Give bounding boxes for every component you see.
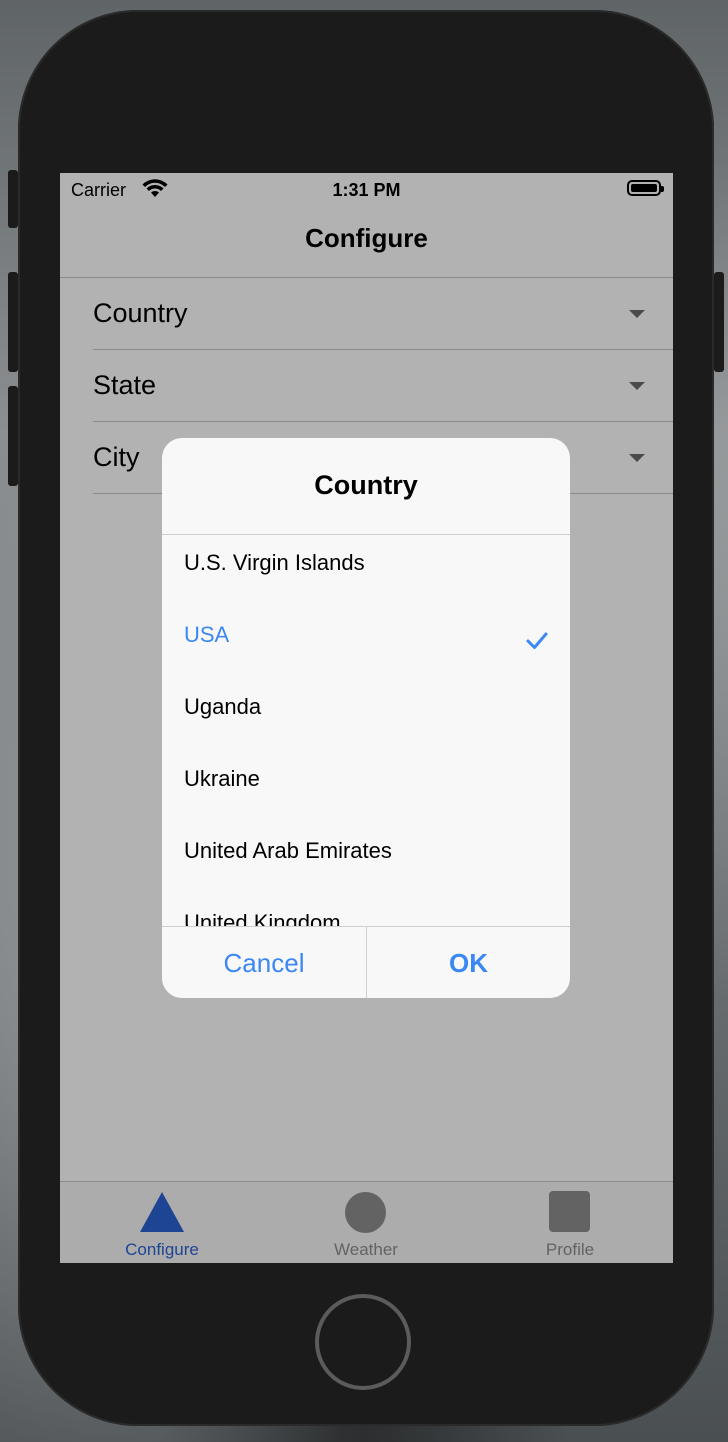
country-list[interactable]: U.S. Virgin Islands USA Uganda Ukraine U… <box>162 535 570 926</box>
list-item[interactable]: Uganda <box>162 679 570 751</box>
device-screen: Carrier 1:31 PM Configure Country State … <box>60 173 673 1263</box>
list-item-label: Uganda <box>184 694 262 719</box>
list-item[interactable]: United Kingdom <box>162 895 570 926</box>
power-button <box>714 272 724 372</box>
list-item-label: Ukraine <box>184 766 260 791</box>
list-item[interactable]: U.S. Virgin Islands <box>162 535 570 607</box>
home-button[interactable] <box>315 1294 411 1390</box>
list-item[interactable]: United Arab Emirates <box>162 823 570 895</box>
list-item-label: United Kingdom <box>184 910 341 926</box>
volume-up-button <box>8 272 18 372</box>
checkmark-icon <box>526 630 548 652</box>
volume-down-button <box>8 386 18 486</box>
dialog-title: Country <box>314 470 418 500</box>
cancel-button[interactable]: Cancel <box>162 927 366 998</box>
mute-switch <box>8 170 18 228</box>
ok-button[interactable]: OK <box>366 927 570 998</box>
list-item-selected[interactable]: USA <box>162 607 570 679</box>
list-item-label: U.S. Virgin Islands <box>184 550 365 575</box>
list-item[interactable]: Ukraine <box>162 751 570 823</box>
dialog-button-bar: Cancel OK <box>162 926 570 998</box>
country-picker-dialog: Country U.S. Virgin Islands USA Uganda U… <box>162 438 570 998</box>
list-item-label: USA <box>184 622 230 647</box>
list-item-label: United Arab Emirates <box>184 838 392 863</box>
